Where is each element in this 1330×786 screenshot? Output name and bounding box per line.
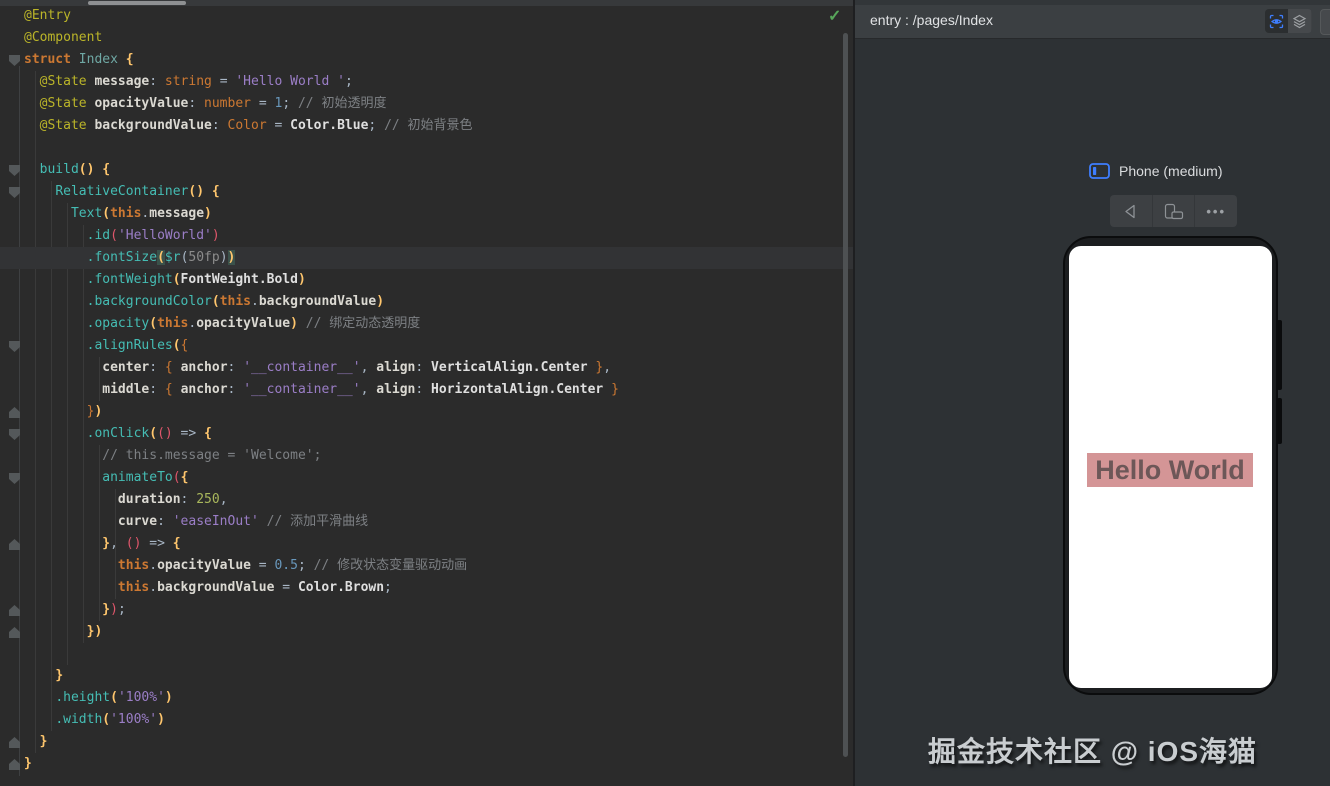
- rotate-device-icon: [1164, 203, 1184, 220]
- phone-device-icon: [1089, 163, 1110, 179]
- previous-page-button[interactable]: [1110, 195, 1153, 227]
- code-line[interactable]: @Component: [0, 27, 853, 49]
- code-line[interactable]: }: [0, 731, 853, 753]
- code-line[interactable]: }: [0, 753, 853, 775]
- device-selector-row[interactable]: Phone (medium): [1089, 163, 1223, 179]
- editor-scrollbar-thumb[interactable]: [843, 33, 848, 757]
- code-line[interactable]: .onClick(() => {: [0, 423, 853, 445]
- phone-screen[interactable]: Hello World: [1069, 246, 1272, 688]
- code-line[interactable]: @State backgroundValue: Color = Color.Bl…: [0, 115, 853, 137]
- previewer-header: entry : /pages/Index: [855, 5, 1330, 39]
- inspector-toggle-button[interactable]: [1265, 9, 1288, 33]
- hello-world-text: Hello World: [1095, 454, 1245, 485]
- code-lines[interactable]: @Entry @Component struct Index { @State me…: [0, 5, 853, 775]
- code-line[interactable]: .id('HelloWorld'): [0, 225, 853, 247]
- code-line[interactable]: });: [0, 599, 853, 621]
- code-line[interactable]: .height('100%'): [0, 687, 853, 709]
- triangle-left-icon: [1122, 203, 1139, 220]
- rotate-device-button[interactable]: [1153, 195, 1196, 227]
- code-line[interactable]: duration: 250,: [0, 489, 853, 511]
- more-options-button[interactable]: •••: [1195, 195, 1237, 227]
- hello-world-component[interactable]: Hello World: [1087, 453, 1253, 487]
- code-line[interactable]: }: [0, 665, 853, 687]
- layers-toggle-button[interactable]: [1288, 9, 1311, 33]
- code-line[interactable]: [0, 643, 853, 665]
- previewer-toolbar: •••: [1110, 195, 1237, 227]
- code-line[interactable]: center: { anchor: '__container__', align…: [0, 357, 853, 379]
- code-line[interactable]: this.opacityValue = 0.5; // 修改状态变量驱动动画: [0, 555, 853, 577]
- phone-volume-button: [1277, 320, 1282, 390]
- code-line[interactable]: [0, 137, 853, 159]
- code-line[interactable]: .backgroundColor(this.backgroundValue): [0, 291, 853, 313]
- code-line[interactable]: animateTo({: [0, 467, 853, 489]
- code-line[interactable]: middle: { anchor: '__container__', align…: [0, 379, 853, 401]
- code-line[interactable]: // this.message = 'Welcome';: [0, 445, 853, 467]
- code-line[interactable]: }, () => {: [0, 533, 853, 555]
- code-line[interactable]: RelativeContainer() {: [0, 181, 853, 203]
- layers-icon: [1292, 14, 1307, 29]
- code-line[interactable]: .width('100%'): [0, 709, 853, 731]
- code-line[interactable]: @State message: string = 'Hello World ';: [0, 71, 853, 93]
- watermark-text: 掘金技术社区 @ iOS海猫: [927, 736, 1258, 767]
- inspector-eye-icon: [1269, 14, 1284, 29]
- code-line[interactable]: .alignRules({: [0, 335, 853, 357]
- code-editor[interactable]: @Entry @Component struct Index { @State me…: [0, 0, 853, 786]
- code-line[interactable]: }): [0, 621, 853, 643]
- previewer-title: entry : /pages/Index: [870, 12, 993, 28]
- code-line[interactable]: .opacity(this.opacityValue) // 绑定动态透明度: [0, 313, 853, 335]
- clipped-header-button[interactable]: [1320, 9, 1330, 35]
- code-line[interactable]: .fontSize($r(50fp)): [0, 247, 853, 269]
- code-line[interactable]: struct Index {: [0, 49, 853, 71]
- code-line[interactable]: Text(this.message): [0, 203, 853, 225]
- ellipsis-icon: •••: [1206, 203, 1226, 219]
- code-line[interactable]: @State opacityValue: number = 1; // 初始透明…: [0, 93, 853, 115]
- device-label: Phone (medium): [1119, 163, 1223, 179]
- inspection-ok-icon[interactable]: ✓: [828, 6, 841, 26]
- code-line[interactable]: this.backgroundValue = Color.Brown;: [0, 577, 853, 599]
- code-line[interactable]: }): [0, 401, 853, 423]
- previewer-mode-toggle: [1265, 9, 1312, 33]
- code-line[interactable]: build() {: [0, 159, 853, 181]
- code-line[interactable]: curve: 'easeInOut' // 添加平滑曲线: [0, 511, 853, 533]
- code-line[interactable]: .fontWeight(FontWeight.Bold): [0, 269, 853, 291]
- deveco-previewer-window: @Entry @Component struct Index { @State me…: [0, 0, 1330, 786]
- phone-power-button: [1277, 398, 1282, 444]
- code-line[interactable]: @Entry: [0, 5, 853, 27]
